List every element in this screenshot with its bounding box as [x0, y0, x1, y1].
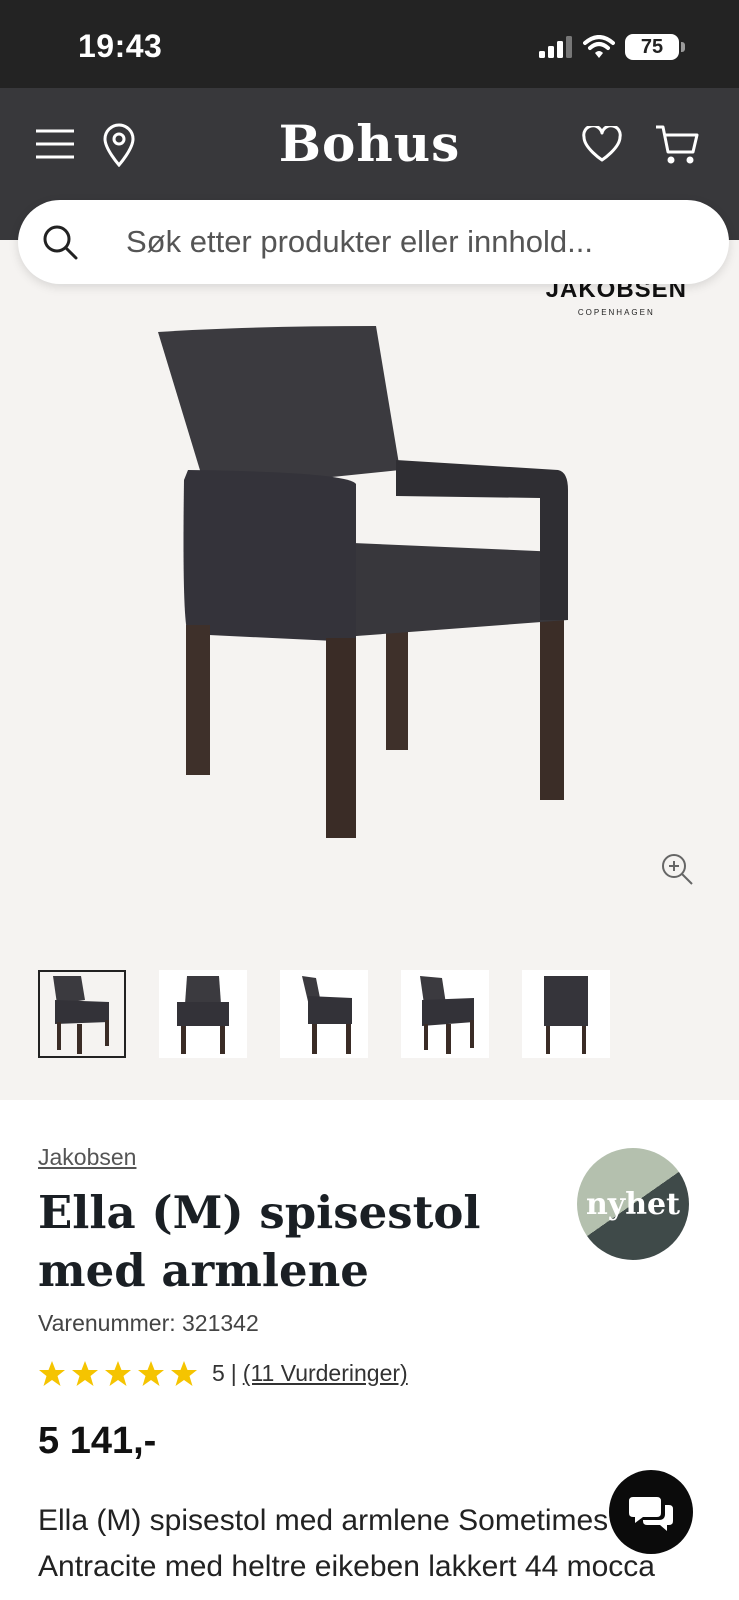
product-main-image[interactable]: [148, 320, 598, 850]
star-icon: [39, 1361, 65, 1386]
battery-indicator: 75: [625, 34, 685, 60]
product-gallery: JAKOBSEN COPENHAGEN: [0, 240, 739, 1100]
rating-row: 5 | (11 Vurderinger): [38, 1360, 408, 1387]
rating-separator: |: [230, 1360, 237, 1386]
star-icon: [105, 1361, 131, 1386]
chat-button[interactable]: [609, 1470, 693, 1554]
thumbnail-1[interactable]: [38, 970, 126, 1058]
thumbnail-3[interactable]: [280, 970, 368, 1058]
thumbnail-2[interactable]: [159, 970, 247, 1058]
zoom-in-icon[interactable]: [660, 852, 694, 886]
search-bar[interactable]: [18, 200, 729, 284]
new-badge: nyhet: [577, 1148, 689, 1260]
brand-logo[interactable]: Bohus: [0, 114, 739, 173]
thumbnail-strip: [38, 970, 610, 1058]
wifi-icon: [583, 35, 615, 58]
thumbnail-4[interactable]: [401, 970, 489, 1058]
status-time: 19:43: [78, 28, 163, 64]
cart-icon[interactable]: [655, 124, 699, 171]
heart-icon[interactable]: [582, 124, 622, 167]
rating-value: 5: [212, 1360, 225, 1386]
product-title: Ella (M) spisestol med armlene: [38, 1186, 481, 1297]
star-icon: [171, 1361, 197, 1386]
brand-link[interactable]: Jakobsen: [38, 1144, 136, 1171]
product-info: Jakobsen Ella (M) spisestol med armlene …: [0, 1100, 739, 1600]
status-bar: 19:43 75: [0, 0, 739, 88]
star-icon: [138, 1361, 164, 1386]
product-price: 5 141,-: [38, 1420, 157, 1462]
star-icon: [72, 1361, 98, 1386]
signal-icon: [539, 36, 572, 58]
status-icons: 75: [539, 34, 685, 60]
chat-bubbles-icon: [629, 1497, 673, 1531]
search-icon[interactable]: [42, 224, 78, 260]
star-rating: [38, 1360, 198, 1387]
search-input[interactable]: [126, 224, 686, 260]
reviews-link[interactable]: (11 Vurderinger): [243, 1360, 408, 1387]
description-line: Antracite med heltre eikeben lakkert 44 …: [38, 1550, 655, 1583]
sku-text: Varenummer: 321342: [38, 1310, 259, 1336]
thumbnail-5[interactable]: [522, 970, 610, 1058]
